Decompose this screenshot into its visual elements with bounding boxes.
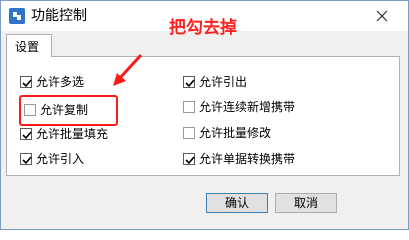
- checkbox-box[interactable]: [20, 128, 32, 140]
- tab-label: 设置: [15, 40, 40, 54]
- dialog-window: 功能控制 把勾去掉 设置 允许多选 允许复制 允许批量填充 允许引入 允许引出 …: [0, 0, 409, 230]
- confirm-button[interactable]: 确认: [206, 193, 268, 213]
- checkbox-box[interactable]: [20, 76, 32, 88]
- checkbox-allow-multiselect[interactable]: 允许多选: [20, 74, 84, 90]
- annotation-text: 把勾去掉: [169, 18, 237, 38]
- window-title: 功能控制: [31, 8, 87, 24]
- checkbox-allow-batch-fill[interactable]: 允许批量填充: [20, 126, 108, 142]
- checkbox-label: 允许单据转换携带: [199, 152, 296, 166]
- checkbox-allow-export[interactable]: 允许引出: [183, 74, 247, 90]
- app-icon: [9, 8, 25, 24]
- tab-settings[interactable]: 设置: [6, 34, 52, 57]
- checkbox-allow-continuous-add-carry[interactable]: 允许连续新增携带: [183, 99, 295, 115]
- checkbox-box[interactable]: [183, 127, 195, 139]
- checkbox-label: 允许批量修改: [199, 126, 272, 140]
- cancel-button[interactable]: 取消: [275, 193, 337, 213]
- checkmark-icon: [22, 131, 32, 140]
- checkbox-box[interactable]: [183, 101, 195, 113]
- close-icon: [376, 10, 388, 22]
- annotation-highlight-box: [19, 95, 118, 126]
- checkmark-icon: [185, 156, 195, 165]
- close-button[interactable]: [369, 6, 395, 26]
- checkmark-icon: [185, 79, 195, 88]
- checkbox-label: 允许引入: [36, 152, 85, 166]
- checkbox-label: 允许引出: [199, 75, 248, 89]
- checkbox-label: 允许多选: [36, 75, 85, 89]
- checkbox-allow-import[interactable]: 允许引入: [20, 151, 84, 167]
- checkbox-allow-batch-modify[interactable]: 允许批量修改: [183, 125, 271, 141]
- checkbox-box[interactable]: [183, 153, 195, 165]
- checkbox-box[interactable]: [20, 153, 32, 165]
- checkmark-icon: [22, 156, 32, 165]
- checkbox-allow-document-convert-carry[interactable]: 允许单据转换携带: [183, 151, 295, 167]
- arrow-icon: [113, 53, 143, 86]
- checkmark-icon: [22, 79, 32, 88]
- checkbox-label: 允许连续新增携带: [199, 100, 296, 114]
- checkbox-label: 允许批量填充: [36, 127, 109, 141]
- checkbox-box[interactable]: [183, 76, 195, 88]
